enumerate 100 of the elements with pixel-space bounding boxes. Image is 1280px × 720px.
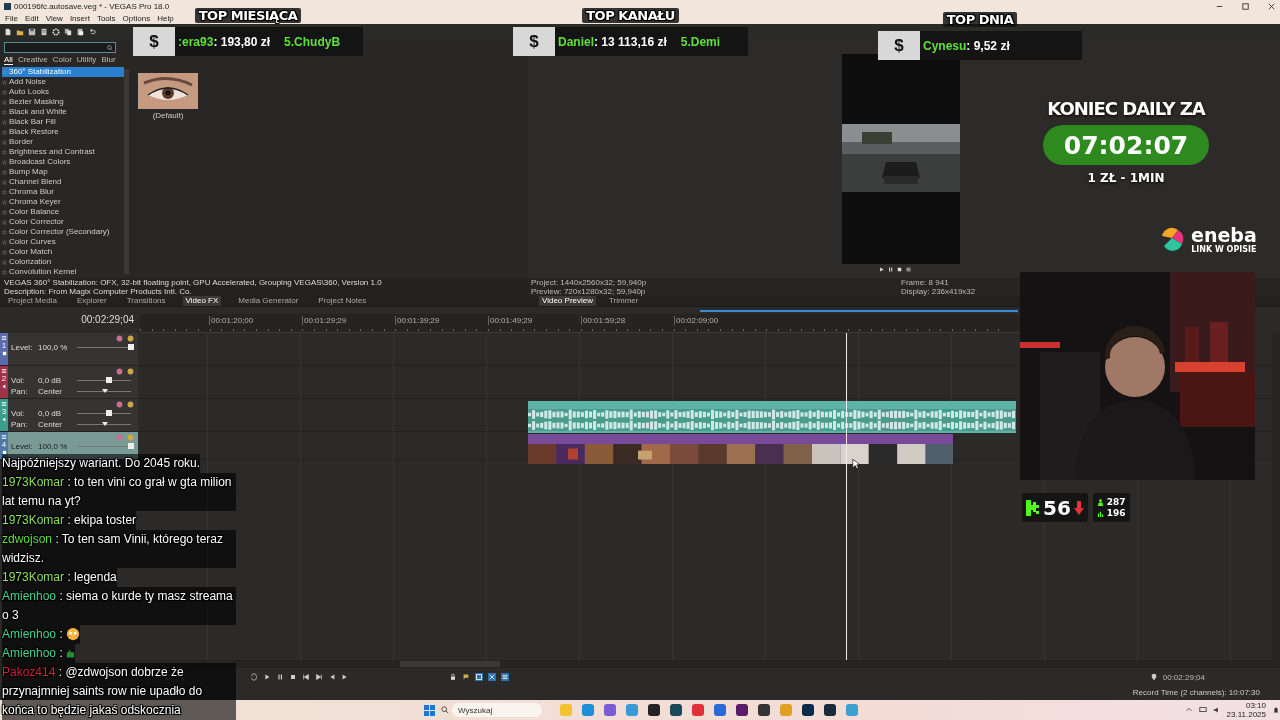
maximize-icon[interactable] [1241, 1, 1250, 11]
dock-tab[interactable]: Video FX [182, 296, 222, 306]
grid-icon[interactable] [501, 673, 509, 681]
frame-back-icon[interactable] [328, 673, 336, 681]
loop-region-bar[interactable] [700, 309, 1018, 312]
skip-forward-icon[interactable] [315, 673, 323, 681]
crossfade-icon[interactable] [488, 673, 496, 681]
effect-item[interactable]: Auto Looks [2, 87, 124, 97]
gear-icon[interactable] [52, 28, 60, 36]
pause-icon[interactable] [887, 266, 894, 273]
skip-back-icon[interactable] [302, 673, 310, 681]
category-tab[interactable]: All [4, 55, 13, 65]
effect-item[interactable]: 360° Stabilization [2, 67, 124, 77]
menu-item[interactable]: Help [157, 13, 174, 23]
loop-icon[interactable] [250, 673, 258, 681]
menu-item[interactable]: File [5, 13, 18, 23]
app-icon[interactable] [648, 704, 660, 716]
windows-logo-icon[interactable] [424, 704, 435, 716]
effect-item[interactable]: Color Corrector (Secondary) [2, 227, 124, 237]
slider-thumb[interactable] [106, 377, 113, 383]
app-icon[interactable] [670, 704, 682, 716]
menu-item[interactable]: Edit [24, 13, 39, 23]
solo-icon[interactable] [127, 335, 134, 342]
effect-item[interactable]: Black Restore [2, 127, 124, 137]
track-header[interactable]: 1 Level: 100,0 % [0, 333, 138, 366]
stop-icon[interactable] [896, 266, 903, 273]
effect-item[interactable]: Color Corrector [2, 217, 124, 227]
effect-item[interactable]: Bezier Masking [2, 97, 124, 107]
bell-icon[interactable] [1272, 706, 1280, 714]
monitor-icon[interactable] [1198, 706, 1207, 714]
category-tab[interactable]: Blur [101, 55, 116, 65]
dock-tab[interactable]: Explorer [73, 296, 110, 306]
category-tab[interactable]: Creative [17, 55, 48, 65]
effect-item[interactable]: Add Noise [2, 77, 124, 87]
menu-item[interactable]: View [45, 13, 63, 23]
marker-icon[interactable] [462, 673, 470, 681]
app-icon[interactable] [758, 704, 770, 716]
app-icon[interactable] [736, 704, 748, 716]
slider-thumb[interactable] [128, 344, 134, 350]
track-header[interactable]: 3 Vol: 0,0 dB Pan: Center [0, 399, 138, 432]
effect-item[interactable]: Color Match [2, 247, 124, 257]
search-field[interactable]: Wyszukaj [452, 703, 542, 717]
timeline-ruler[interactable]: 00:01:20;00 00:01:29;29 00:01:39;29 00:01:49;29 00:01:59;28 00:02:09;00 [140, 314, 1020, 333]
save-icon[interactable] [28, 28, 36, 36]
mute-icon[interactable] [116, 368, 123, 375]
pan-marker[interactable] [102, 422, 109, 426]
category-tab[interactable]: Color [52, 55, 72, 65]
effect-item[interactable]: Channel Blend [2, 177, 124, 187]
effect-item[interactable]: Color Curves [2, 237, 124, 247]
mute-icon[interactable] [116, 401, 123, 408]
speaker-icon[interactable] [1212, 706, 1221, 714]
pan-marker[interactable] [102, 389, 109, 393]
copy-icon[interactable] [64, 28, 72, 36]
menu-item[interactable]: Options [122, 13, 151, 23]
app-icon[interactable] [824, 704, 836, 716]
search-field[interactable] [4, 42, 116, 53]
solo-icon[interactable] [127, 401, 134, 408]
stop-icon[interactable] [289, 673, 297, 681]
menu-icon[interactable] [905, 266, 912, 273]
effect-item[interactable]: Chroma Keyer [2, 197, 124, 207]
mute-icon[interactable] [116, 335, 123, 342]
play-icon[interactable] [878, 266, 885, 273]
solo-icon[interactable] [127, 368, 134, 375]
effect-item[interactable]: Border [2, 137, 124, 147]
effect-item[interactable]: Black Bar Fill [2, 117, 124, 127]
app-icon[interactable] [802, 704, 814, 716]
effect-item[interactable]: Broadcast Colors [2, 157, 124, 167]
effect-item[interactable]: Bump Map [2, 167, 124, 177]
slider-thumb[interactable] [128, 443, 134, 449]
document-icon[interactable] [40, 28, 48, 36]
effect-item[interactable]: Brightness and Contrast [2, 147, 124, 157]
effect-item[interactable]: Colorization [2, 257, 124, 267]
menu-item[interactable]: Tools [96, 13, 116, 23]
close-icon[interactable] [1267, 1, 1276, 11]
folder-icon[interactable] [16, 28, 24, 36]
scrollbar[interactable] [124, 69, 129, 274]
paste-icon[interactable] [76, 28, 84, 36]
play-icon[interactable] [263, 673, 271, 681]
effect-item[interactable]: Convolution Kernel [2, 267, 124, 277]
lock-icon[interactable] [449, 673, 457, 681]
audio-clip[interactable] [528, 401, 1016, 433]
dock-tab[interactable]: Project Notes [315, 296, 370, 306]
category-tab[interactable]: Utility [76, 55, 97, 65]
menu-item[interactable]: Insert [69, 13, 90, 23]
effect-item[interactable]: Black and White [2, 107, 124, 117]
snap-icon[interactable] [475, 673, 483, 681]
frame-forward-icon[interactable] [341, 673, 349, 681]
undo-icon[interactable] [88, 28, 96, 36]
dock-tab[interactable]: Trimmer [606, 296, 642, 306]
new-file-icon[interactable] [4, 28, 12, 36]
dock-tab[interactable]: Media Generator [235, 296, 302, 306]
dock-tab[interactable]: Video Preview [539, 296, 596, 306]
video-clip[interactable] [528, 434, 953, 464]
track-header[interactable]: 2 Vol: 0,0 dB Pan: Center [0, 366, 138, 399]
dock-tab[interactable]: Project Media [5, 296, 60, 306]
slider-thumb[interactable] [106, 410, 113, 416]
pause-icon[interactable] [276, 673, 284, 681]
clock[interactable]: 03:10 23.11.2025 [1226, 701, 1266, 719]
effect-item[interactable]: Chroma Blur [2, 187, 124, 197]
effect-item[interactable]: Color Balance [2, 207, 124, 217]
